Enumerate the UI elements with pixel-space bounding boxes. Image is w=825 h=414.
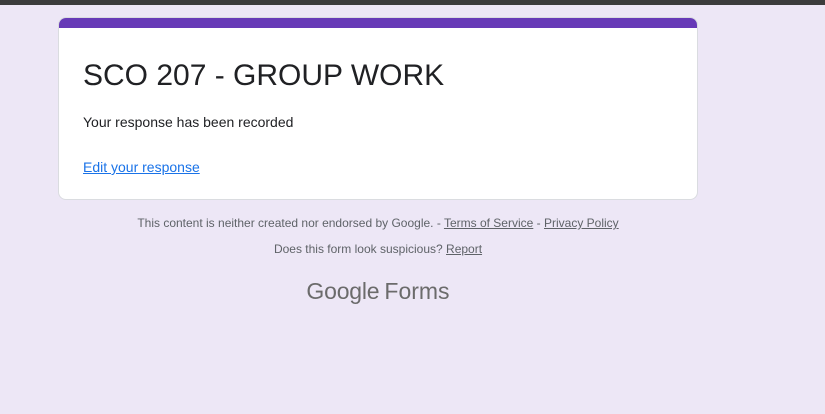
top-browser-strip (0, 0, 825, 5)
form-title: SCO 207 - GROUP WORK (83, 59, 445, 92)
legal-footer: This content is neither created nor endo… (58, 215, 698, 231)
privacy-policy-link[interactable]: Privacy Policy (544, 216, 619, 230)
form-accent-bar (59, 18, 697, 28)
footer-separator: - (536, 216, 541, 230)
suspicious-form-footer: Does this form look suspicious? Report (58, 241, 698, 257)
response-card: SCO 207 - GROUP WORK Your response has b… (58, 17, 698, 200)
suspicious-form-question: Does this form look suspicious? (273, 242, 443, 256)
response-recorded-message: Your response has been recorded (83, 114, 294, 130)
google-wordmark: Google (306, 278, 380, 304)
edit-response-link[interactable]: Edit your response (83, 157, 200, 177)
terms-of-service-link[interactable]: Terms of Service (444, 216, 533, 230)
google-forms-logo: Google Forms (58, 277, 698, 305)
forms-wordmark: Forms (384, 278, 450, 304)
google-disclaimer-text: This content is neither created nor endo… (137, 216, 441, 230)
report-link[interactable]: Report (446, 242, 482, 256)
